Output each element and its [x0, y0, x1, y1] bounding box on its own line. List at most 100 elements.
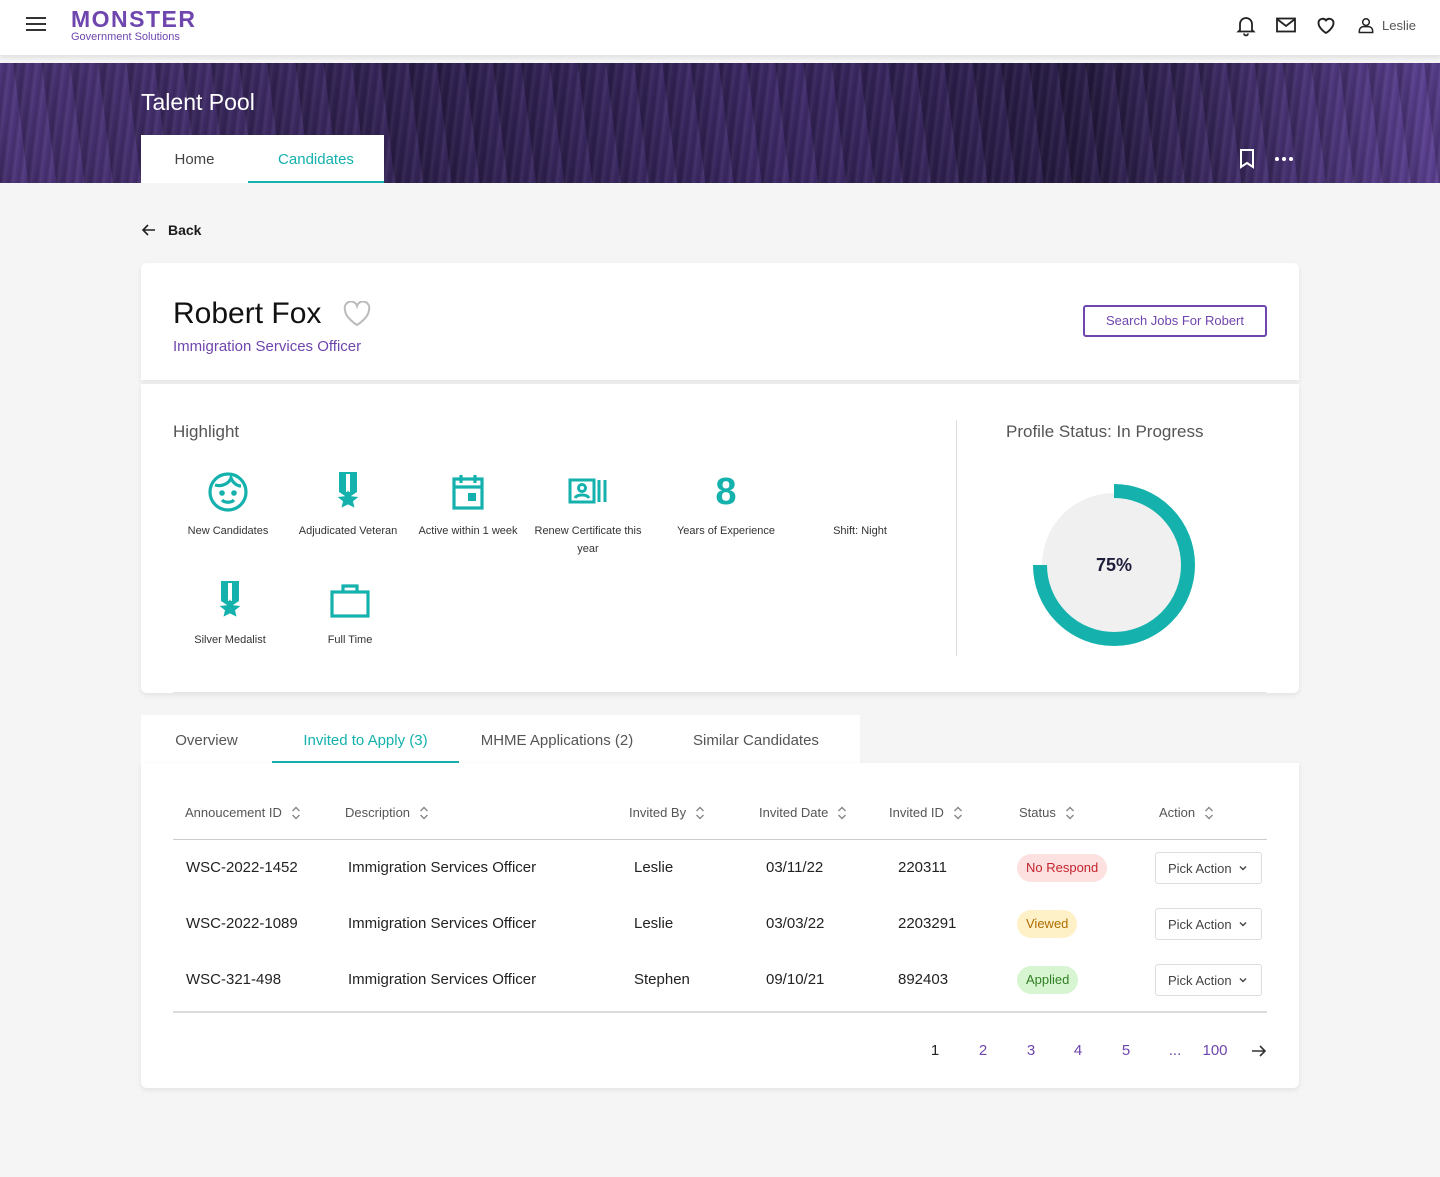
tab-invited-to-apply[interactable]: Invited to Apply (3) — [272, 715, 459, 763]
profile-status-title: Profile Status: In Progress — [1006, 422, 1204, 441]
pick-action-dropdown[interactable]: Pick Action — [1155, 852, 1262, 884]
calendar-icon — [452, 475, 484, 510]
chevron-down-icon — [1239, 866, 1247, 871]
column-header-announcement-id[interactable]: Annoucement ID — [185, 805, 301, 820]
column-header-invited-date[interactable]: Invited Date — [759, 805, 847, 820]
top-bar: MONSTER Government Solutions Leslie — [0, 0, 1440, 56]
back-link[interactable]: Back — [141, 222, 201, 238]
banner-actions — [1239, 149, 1295, 169]
highlight-renew-certificate: Renew Certificate this year — [528, 468, 648, 558]
logo[interactable]: MONSTER Government Solutions — [71, 6, 197, 43]
cell-invited-date: 03/11/22 — [766, 859, 824, 876]
candidate-name: Robert Fox — [173, 297, 322, 330]
back-label: Back — [168, 222, 202, 238]
sort-icon — [696, 806, 705, 819]
page-ellipsis: ... — [1168, 1042, 1182, 1059]
column-header-invited-id[interactable]: Invited ID — [889, 805, 963, 820]
sort-icon — [420, 806, 429, 819]
sort-icon — [838, 806, 847, 819]
divider — [173, 692, 1266, 693]
invitations-table-card: Annoucement ID Description Invited By In… — [141, 763, 1299, 1088]
arrow-left-icon — [141, 224, 155, 236]
profile-percent: 75% — [1095, 555, 1133, 575]
cell-announcement-id: WSC-2022-1089 — [186, 915, 298, 932]
pick-action-dropdown[interactable]: Pick Action — [1155, 908, 1262, 940]
tab-candidates[interactable]: Candidates — [248, 135, 384, 183]
cell-announcement-id: WSC-321-498 — [186, 971, 282, 988]
column-label: Status — [1019, 805, 1056, 820]
page-link-100[interactable]: 100 — [1199, 1041, 1231, 1061]
cell-invited-by: Leslie — [634, 859, 674, 876]
highlight-label: New Candidates — [187, 525, 269, 537]
column-label: Action — [1159, 805, 1196, 820]
menu-icon[interactable] — [26, 16, 46, 32]
divider — [956, 420, 957, 656]
tab-overview[interactable]: Overview — [141, 715, 272, 763]
sort-icon — [1205, 806, 1214, 819]
page-link-3[interactable]: 3 — [1019, 1041, 1043, 1061]
sort-icon — [291, 806, 300, 819]
pick-action-label: Pick Action — [1168, 860, 1232, 876]
candidate-job-title: Immigration Services Officer — [173, 338, 362, 355]
chevron-down-icon — [1239, 978, 1247, 983]
favorite-heart-icon[interactable] — [343, 301, 371, 327]
bell-icon[interactable] — [1234, 13, 1258, 37]
page-link-1[interactable]: 1 — [923, 1041, 947, 1061]
cell-invited-date: 09/10/21 — [766, 971, 825, 988]
highlight-new-candidates: New Candidates — [168, 468, 288, 540]
column-label: Invited ID — [889, 805, 944, 820]
user-icon[interactable] — [1356, 13, 1376, 37]
search-jobs-button[interactable]: Search Jobs For Robert — [1083, 305, 1267, 337]
heart-icon[interactable] — [1314, 13, 1338, 37]
more-icon[interactable] — [1273, 149, 1295, 169]
pick-action-label: Pick Action — [1168, 916, 1232, 932]
user-name[interactable]: Leslie — [1382, 18, 1416, 33]
highlight-silver-medalist: Silver Medalist — [170, 577, 290, 649]
detail-tabs: Overview Invited to Apply (3) MHME Appli… — [141, 715, 860, 763]
pick-action-label: Pick Action — [1168, 972, 1232, 988]
sort-icon — [953, 806, 962, 819]
highlight-adjudicated-veteran: Adjudicated Veteran — [288, 468, 408, 540]
highlight-label: Shift: Night — [833, 525, 887, 537]
cell-description: Immigration Services Officer — [348, 915, 537, 932]
highlight-title: Highlight — [173, 422, 240, 441]
highlight-label: Adjudicated Veteran — [298, 525, 398, 537]
bookmark-icon[interactable] — [1239, 149, 1255, 169]
logo-main-text: MONSTER — [71, 6, 197, 32]
chevron-down-icon — [1239, 922, 1247, 927]
highlight-label: Years of Experience — [676, 525, 776, 537]
tab-mhme-applications[interactable]: MHME Applications (2) — [459, 715, 655, 763]
highlight-label: Renew Certificate this year — [534, 525, 642, 555]
tab-similar-candidates[interactable]: Similar Candidates — [655, 715, 857, 763]
header-actions: Leslie — [1218, 12, 1416, 38]
highlight-card: Highlight New Candidates Adjudicated Vet… — [141, 384, 1299, 693]
column-label: Description — [345, 805, 411, 820]
status-badge: Applied — [1017, 966, 1079, 994]
page-link-2[interactable]: 2 — [971, 1041, 995, 1061]
status-badge: Viewed — [1017, 910, 1078, 938]
arrow-right-icon[interactable] — [1251, 1044, 1267, 1058]
column-header-invited-by[interactable]: Invited By — [629, 805, 705, 820]
column-label: Invited Date — [759, 805, 829, 820]
cell-description: Immigration Services Officer — [348, 971, 537, 988]
column-header-status[interactable]: Status — [1019, 805, 1075, 820]
pick-action-dropdown[interactable]: Pick Action — [1155, 964, 1262, 996]
cell-invited-id: 2203291 — [898, 915, 957, 932]
column-label: Annoucement ID — [185, 805, 282, 820]
table-row: WSC-2022-1089 Immigration Services Offic… — [141, 896, 1299, 952]
briefcase-icon — [330, 584, 370, 618]
years-value: 8 — [715, 471, 737, 513]
highlight-label: Active within 1 week — [418, 525, 518, 537]
column-header-action[interactable]: Action — [1159, 805, 1214, 820]
mail-icon[interactable] — [1274, 13, 1298, 37]
cell-description: Immigration Services Officer — [348, 859, 537, 876]
cell-invited-by: Leslie — [634, 915, 674, 932]
status-badge: No Respond — [1017, 854, 1108, 882]
page-link-4[interactable]: 4 — [1066, 1041, 1090, 1061]
face-icon — [208, 472, 248, 512]
cell-invited-by: Stephen — [634, 971, 690, 988]
column-header-description[interactable]: Description — [345, 805, 429, 820]
page-link-5[interactable]: 5 — [1114, 1041, 1138, 1061]
tab-home[interactable]: Home — [141, 135, 248, 183]
highlight-label: Full Time — [327, 634, 373, 646]
